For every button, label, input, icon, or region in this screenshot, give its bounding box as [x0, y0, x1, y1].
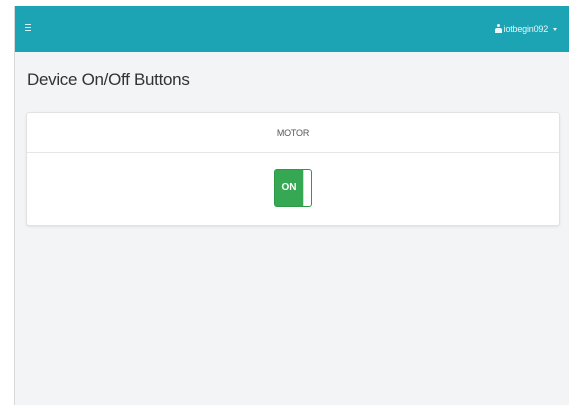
device-name: MOTOR: [276, 127, 310, 138]
device-card: MOTOR ON: [26, 112, 560, 226]
left-margin: [0, 0, 14, 405]
toggle-label: ON: [281, 182, 297, 193]
device-card-body: ON: [27, 153, 559, 225]
device-card-header: MOTOR: [27, 113, 559, 153]
user-menu[interactable]: iotbegin092: [494, 22, 557, 36]
motor-toggle-button[interactable]: ON: [274, 169, 312, 207]
user-icon: [494, 24, 502, 34]
app-window: iotbegin092 Device On/Off Buttons MOTOR …: [14, 6, 569, 405]
username-label: iotbegin092: [503, 24, 549, 34]
top-navbar: iotbegin092: [15, 6, 569, 52]
page-title: Device On/Off Buttons: [27, 70, 190, 89]
hamburger-icon[interactable]: [25, 24, 33, 33]
caret-down-icon: [553, 27, 557, 31]
toggle-knob[interactable]: [303, 170, 311, 206]
screenshot-frame: iotbegin092 Device On/Off Buttons MOTOR …: [0, 0, 574, 405]
